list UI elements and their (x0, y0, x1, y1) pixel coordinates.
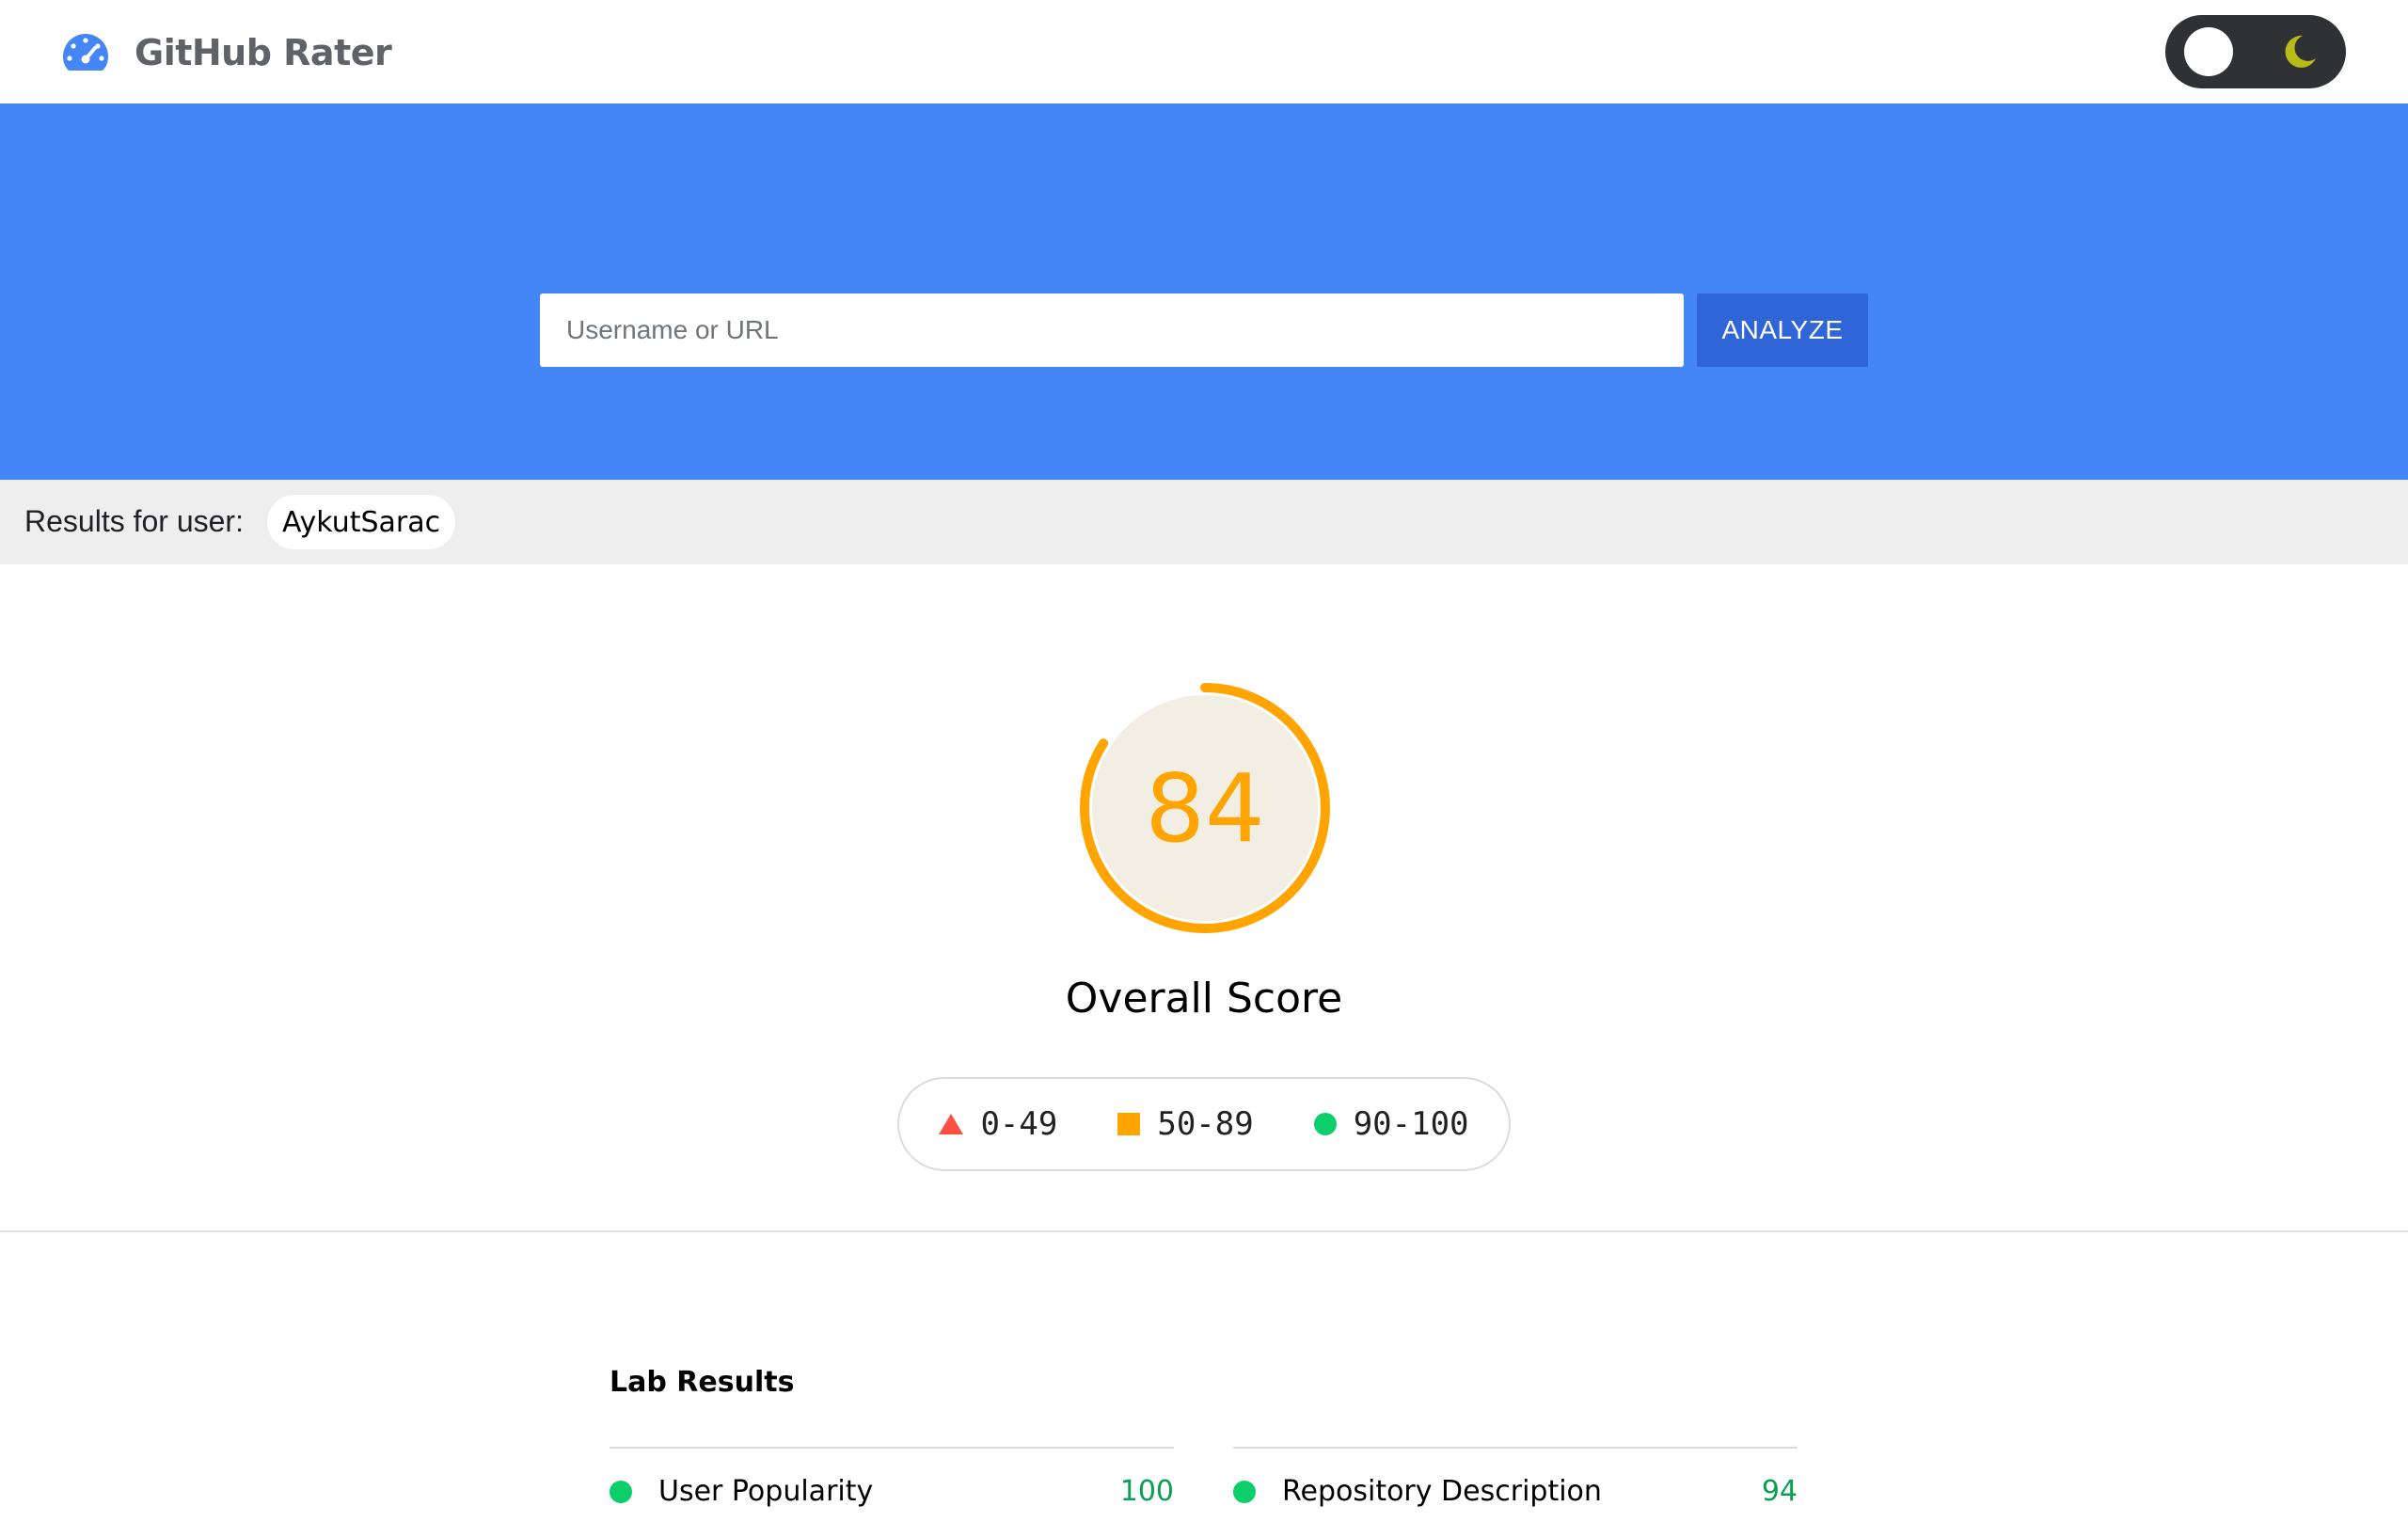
brand[interactable]: GitHub Rater (60, 28, 392, 77)
legend-range: 50-89 (1157, 1105, 1254, 1143)
username-chip[interactable]: AykutSarac (267, 495, 456, 549)
score-legend: 0-49 50-89 90-100 (897, 1077, 1511, 1171)
metric-label: Repository Description (1282, 1475, 1602, 1508)
app-title: GitHub Rater (135, 32, 392, 73)
square-icon (1117, 1113, 1141, 1135)
overall-score-value: 84 (1145, 753, 1265, 864)
triangle-icon (939, 1114, 964, 1134)
legend-item-pass: 90-100 (1313, 1105, 1469, 1143)
results-label: Results for user: (24, 504, 244, 538)
section-divider (0, 1230, 2408, 1232)
legend-range: 90-100 (1353, 1105, 1469, 1143)
metric-row[interactable]: User Popularity 100 (610, 1447, 1174, 1522)
search-input[interactable] (540, 293, 1684, 367)
metric-score: 100 (1119, 1475, 1174, 1508)
pass-circle-icon (1233, 1481, 1256, 1503)
analyze-button[interactable]: ANALYZE (1697, 293, 1868, 367)
theme-toggle[interactable] (2165, 15, 2346, 88)
toggle-knob (2184, 27, 2233, 76)
metric-label: User Popularity (658, 1475, 874, 1508)
legend-range: 0-49 (980, 1105, 1058, 1143)
metric-score: 94 (1761, 1475, 1798, 1508)
metric-row[interactable]: Repository Description 94 (1233, 1447, 1798, 1522)
moon-icon (2285, 35, 2316, 68)
circle-icon (1313, 1113, 1337, 1135)
speedometer-icon (63, 34, 108, 71)
legend-item-average: 50-89 (1117, 1105, 1254, 1143)
legend-item-fail: 0-49 (939, 1105, 1057, 1143)
lab-results-heading: Lab Results (610, 1366, 795, 1399)
overall-score-label: Overall Score (1065, 975, 1343, 1023)
top-bar: GitHub Rater (0, 0, 2408, 103)
pass-circle-icon (610, 1481, 632, 1503)
search-hero: ANALYZE (0, 103, 2408, 480)
results-bar: Results for user: AykutSarac (0, 480, 2408, 564)
